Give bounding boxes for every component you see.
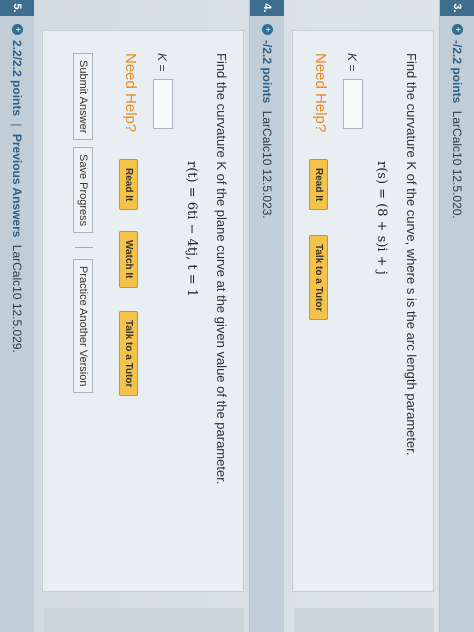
talk-to-tutor-button[interactable]: Talk to a Tutor [309,235,328,321]
question-number: 5. [0,0,34,16]
question-source: LarCalc10 12.5.029. [10,244,24,353]
question-source: LarCalc10 12.5.023. [260,110,274,219]
question-source: LarCalc10 12.5.020. [450,110,464,219]
question-3-header: 3. + -/2.2 points LarCalc10 12.5.020. [439,0,474,632]
question-4-body: Find the curvature K of the plane curve … [42,30,244,592]
answer-input[interactable] [343,79,363,129]
plus-circle-icon[interactable]: + [262,24,273,35]
points-value: -/2.2 points [450,40,464,104]
k-label: K = [345,53,359,72]
question-3-body: Find the curvature K of the curve, where… [292,30,434,592]
question-5-header: 5. + 2.2/2.2 points | Previous Answers L… [0,0,34,632]
question-prompt: Find the curvature K of the plane curve … [214,53,229,485]
question-prompt: Find the curvature K of the curve, where… [404,53,419,456]
question-points: -/2.2 points LarCalc10 12.5.023. [260,40,274,219]
talk-to-tutor-button[interactable]: Talk to a Tutor [119,311,138,397]
read-it-button[interactable]: Read It [309,159,328,211]
question-4-header: 4. + -/2.2 points LarCalc10 12.5.023. [249,0,284,632]
assignment-page: 3. + -/2.2 points LarCalc10 12.5.020. Fi… [0,0,474,632]
question-points: -/2.2 points LarCalc10 12.5.020. [450,40,464,219]
question-number: 4. [250,0,284,16]
practice-another-version-button[interactable]: Practice Another Version [73,259,93,394]
previous-answers-link[interactable]: Previous Answers [10,134,24,238]
curve-equation: r(t) = 6ti − 4tj, t = 1 [184,161,199,297]
question-number: 3. [440,0,474,16]
points-value: 2.2/2.2 points [10,40,24,117]
read-it-button[interactable]: Read It [119,159,138,211]
submit-answer-button[interactable]: Submit Answer [73,53,93,141]
watch-it-button[interactable]: Watch It [119,231,138,288]
save-progress-button[interactable]: Save Progress [73,147,93,234]
need-help-label: Need Help? [312,53,329,133]
need-help-label: Need Help? [122,53,139,133]
side-rail [44,608,244,632]
answer-input[interactable] [153,79,173,129]
side-rail [294,608,434,632]
points-value: -/2.2 points [260,40,274,104]
question-points: 2.2/2.2 points | Previous Answers LarCal… [10,40,24,353]
k-label: K = [155,53,169,72]
button-divider [75,247,93,248]
header-separator: | [10,123,24,127]
curve-equation: r(s) = (8 + s)i + j [374,161,389,275]
plus-circle-icon[interactable]: + [12,24,23,35]
plus-circle-icon[interactable]: + [452,24,463,35]
